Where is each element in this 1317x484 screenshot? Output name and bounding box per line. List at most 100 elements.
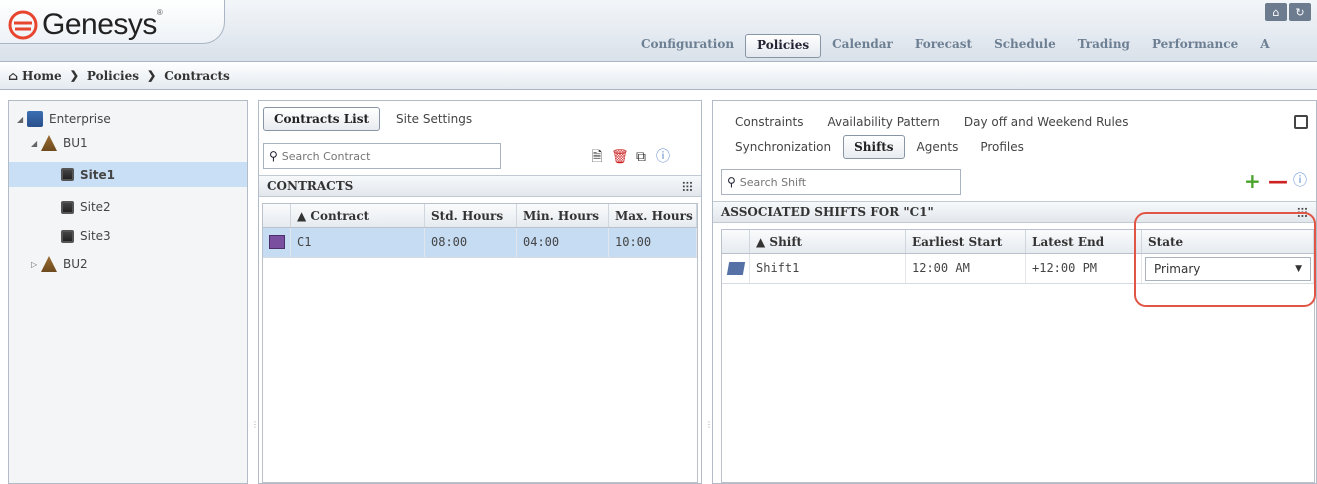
cell-contract: C1	[291, 228, 425, 257]
tab-constraints[interactable]: Constraints	[725, 111, 813, 133]
genesys-logo[interactable]: Genesys®	[8, 8, 163, 42]
home-icon[interactable]: ⌂	[8, 69, 18, 83]
cell-std-hours: 08:00	[425, 228, 517, 257]
tree-item-label: Site2	[80, 200, 111, 214]
remove-shift-icon[interactable]: —	[1268, 171, 1288, 191]
column-header-icon	[263, 204, 291, 227]
tree-item-enterprise[interactable]: ◢ Enterprise	[17, 111, 111, 127]
tab-availability-pattern[interactable]: Availability Pattern	[817, 111, 949, 133]
help-icon[interactable]: ⓘ	[655, 149, 671, 165]
nav-forecast[interactable]: Forecast	[904, 34, 983, 58]
tree-item-bu1[interactable]: ◢ BU1	[31, 135, 88, 151]
tab-synchronization[interactable]: Synchronization	[725, 136, 841, 158]
main-nav: Configuration Policies Calendar Forecast…	[630, 34, 1281, 58]
breadcrumb-policies[interactable]: Policies	[87, 69, 139, 83]
nav-policies[interactable]: Policies	[745, 34, 822, 58]
nav-calendar[interactable]: Calendar	[821, 34, 904, 58]
business-unit-icon	[41, 135, 57, 151]
nav-performance[interactable]: Performance	[1141, 34, 1249, 58]
tree-item-label: BU2	[63, 257, 88, 271]
tab-profiles[interactable]: Profiles	[970, 136, 1034, 158]
tab-contracts-list[interactable]: Contracts List	[263, 107, 380, 131]
help-icon[interactable]: ⓘ	[1292, 173, 1308, 189]
tab-day-off-weekend-rules[interactable]: Day off and Weekend Rules	[954, 111, 1139, 133]
site-icon	[61, 168, 74, 181]
search-icon: ⚲	[269, 149, 278, 163]
business-unit-icon	[41, 256, 57, 272]
home-icon[interactable]: ⌂	[1265, 3, 1287, 21]
contract-icon-cell	[263, 228, 291, 257]
tree-item-site1[interactable]: Site1	[9, 162, 247, 187]
tab-agents[interactable]: Agents	[907, 136, 969, 158]
tree-item-label: Enterprise	[49, 112, 111, 126]
tab-site-settings[interactable]: Site Settings	[386, 108, 482, 130]
breadcrumb-contracts: Contracts	[164, 68, 230, 83]
chevron-right-icon: ❯	[69, 69, 79, 82]
tree-item-label: BU1	[63, 136, 88, 150]
cell-latest-end: +12:00 PM	[1026, 254, 1142, 283]
details-tabs-row1: Constraints Availability Pattern Day off…	[725, 111, 1138, 133]
column-header-earliest-start[interactable]: Earliest Start	[906, 230, 1026, 253]
splitter-grip-icon: ⋮	[251, 420, 259, 429]
expanded-arrow-icon[interactable]: ◢	[31, 139, 41, 148]
expanded-arrow-icon[interactable]: ◢	[17, 115, 27, 124]
contracts-tabs: Contracts List Site Settings	[263, 107, 482, 131]
site-icon	[61, 200, 74, 214]
chevron-right-icon: ❯	[147, 69, 157, 82]
breadcrumb-home[interactable]: Home	[22, 69, 62, 83]
nav-trading[interactable]: Trading	[1067, 34, 1141, 58]
tree-item-label: Site3	[80, 229, 111, 243]
refresh-icon[interactable]: ↻	[1289, 3, 1311, 21]
column-header-latest-end[interactable]: Latest End	[1026, 230, 1142, 253]
tree-item-site2[interactable]: Site2	[61, 200, 111, 214]
column-header-icon	[722, 230, 750, 253]
search-contract-field[interactable]: ⚲	[263, 143, 501, 169]
copy-contract-icon[interactable]: ⧉	[633, 149, 649, 165]
contract-icon	[269, 235, 285, 249]
contracts-grid: ▲ Contract Std. Hours Min. Hours Max. Ho…	[262, 203, 698, 483]
shift-icon	[726, 262, 746, 275]
search-icon: ⚲	[727, 175, 736, 189]
genesys-logo-icon	[8, 10, 38, 40]
search-shift-field[interactable]: ⚲	[721, 169, 961, 195]
cell-max-hours: 10:00	[609, 228, 697, 257]
section-title: CONTRACTS	[267, 179, 354, 193]
add-shift-icon[interactable]: +	[1244, 171, 1261, 191]
tree-item-site3[interactable]: Site3	[61, 229, 111, 243]
collapsed-arrow-icon[interactable]: ▷	[31, 260, 41, 269]
site-icon	[61, 229, 74, 243]
column-header-std-hours[interactable]: Std. Hours	[425, 204, 517, 227]
breadcrumb: ⌂ Home ❯ Policies ❯ Contracts	[0, 62, 1317, 90]
state-column-highlight	[1134, 212, 1316, 307]
column-header-shift[interactable]: ▲ Shift	[750, 230, 906, 253]
details-tabs-row2: Synchronization Shifts Agents Profiles	[725, 135, 1034, 159]
top-icons: ⌂ ↻	[1265, 3, 1311, 21]
cell-min-hours: 04:00	[517, 228, 609, 257]
splitter-left[interactable]: ⋮	[248, 100, 259, 484]
contracts-section-header: CONTRACTS	[259, 175, 701, 197]
cell-earliest-start: 12:00 AM	[906, 254, 1026, 283]
contracts-toolbar: 🗎 🗑 ⧉ ⓘ	[589, 149, 671, 165]
search-shift-input[interactable]	[739, 175, 950, 189]
save-icon[interactable]	[1294, 115, 1308, 129]
column-header-contract[interactable]: ▲ Contract	[291, 204, 425, 227]
nav-configuration[interactable]: Configuration	[630, 34, 745, 58]
cell-shift: Shift1	[750, 254, 906, 283]
column-header-min-hours[interactable]: Min. Hours	[517, 204, 609, 227]
table-row[interactable]: C1 08:00 04:00 10:00	[263, 228, 697, 258]
nav-more[interactable]: A	[1249, 34, 1280, 58]
new-contract-icon[interactable]: 🗎	[589, 149, 605, 165]
column-header-max-hours[interactable]: Max. Hours	[609, 204, 697, 227]
delete-contract-icon[interactable]: 🗑	[611, 149, 629, 165]
contracts-panel: Contracts List Site Settings ⚲ 🗎 🗑 ⧉ ⓘ C…	[258, 100, 702, 484]
shift-icon-cell	[722, 254, 750, 283]
tab-shifts[interactable]: Shifts	[843, 135, 905, 159]
top-bar: Genesys® ⌂ ↻ Configuration Policies Cale…	[0, 0, 1317, 62]
column-chooser-icon[interactable]	[682, 181, 693, 192]
splitter-right[interactable]: ⋮	[702, 100, 713, 484]
nav-schedule[interactable]: Schedule	[983, 34, 1067, 58]
search-contract-input[interactable]	[281, 149, 490, 163]
tree-item-label: Site1	[80, 167, 115, 182]
section-title: ASSOCIATED SHIFTS FOR "C1"	[721, 205, 934, 219]
tree-item-bu2[interactable]: ▷ BU2	[31, 256, 88, 272]
